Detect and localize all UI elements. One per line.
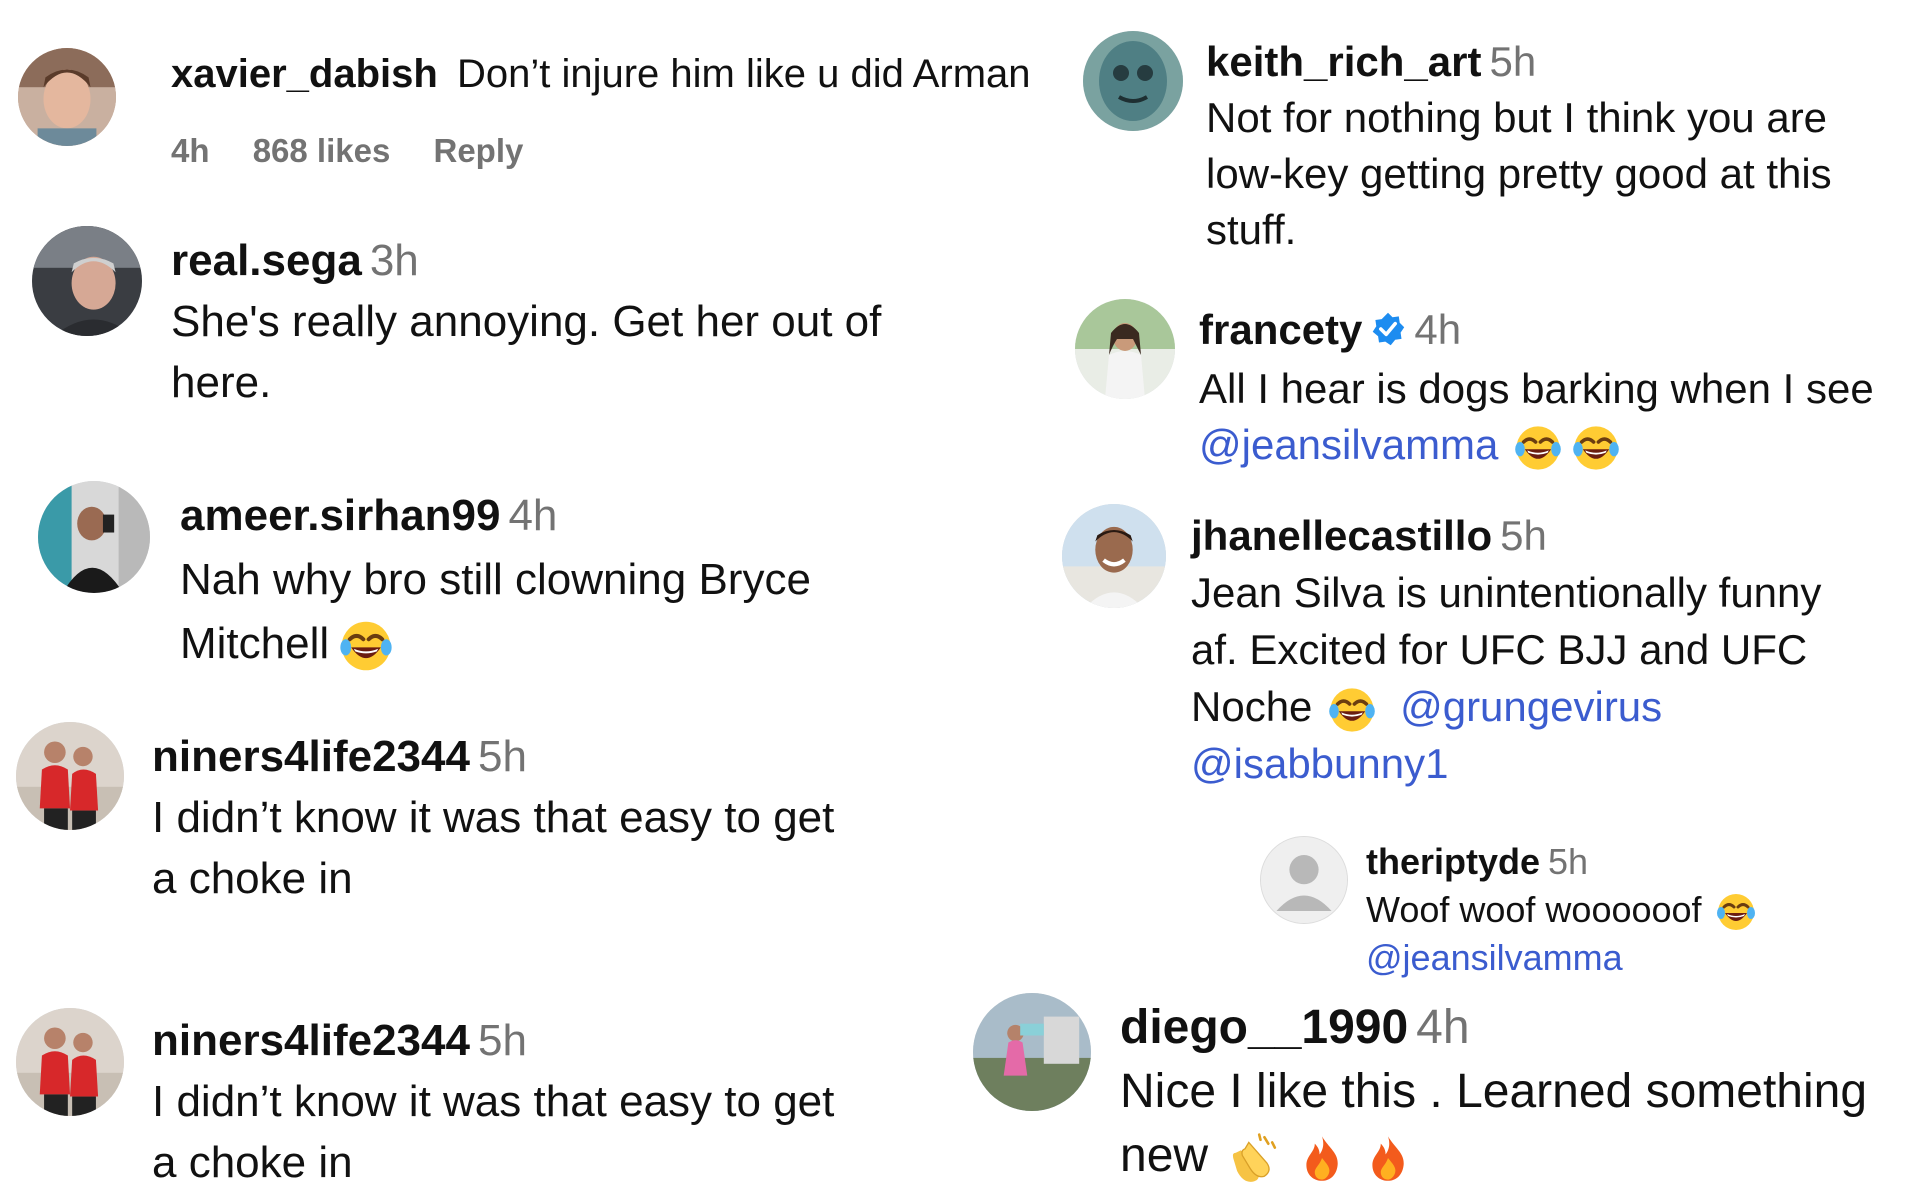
comment-text-line: stuff.	[1206, 206, 1297, 253]
comment-text-line: Mitchell	[180, 619, 330, 668]
comment-text-line: Jean Silva is unintentionally funny	[1191, 569, 1822, 616]
comment-text-line: I didn’t know it was that easy to get	[152, 793, 835, 842]
comment-text-line: a choke in	[152, 854, 353, 903]
comment-text-line: All I hear is dogs barking when I see	[1199, 364, 1874, 412]
laughing-tears-emoji	[339, 619, 393, 673]
username[interactable]: ameer.sirhan99	[180, 491, 500, 540]
like-count[interactable]: 868 likes	[253, 132, 391, 169]
fire-emoji	[1364, 1133, 1412, 1183]
username[interactable]: niners4life2344	[152, 732, 470, 781]
comment-text-line: Noche	[1191, 683, 1313, 730]
laughing-tears-emoji	[1328, 686, 1376, 734]
avatar[interactable]	[973, 993, 1091, 1111]
avatar[interactable]	[32, 226, 142, 336]
avatar[interactable]	[1062, 504, 1166, 608]
comment-time: 5h	[1489, 38, 1537, 85]
comment-time: 5h	[477, 1016, 527, 1065]
comment-text-line: I didn’t know it was that easy to get	[152, 1077, 835, 1126]
comment-time: 4h	[1416, 1001, 1470, 1054]
comment-time: 4h	[171, 132, 210, 169]
comment-text-line: new	[1120, 1129, 1209, 1182]
reply-button[interactable]: Reply	[433, 132, 523, 169]
laughing-tears-emoji	[1572, 424, 1620, 472]
username[interactable]: diego__1990	[1120, 1001, 1408, 1054]
username[interactable]: real.sega	[171, 236, 362, 285]
comment-time: 4h	[1414, 306, 1462, 353]
avatar[interactable]	[18, 48, 116, 146]
comment-text-line: Nah why bro still clowning Bryce	[180, 555, 811, 604]
username[interactable]: keith_rich_art	[1206, 38, 1481, 85]
mention-link[interactable]: @grungevirus	[1400, 683, 1662, 730]
clapping-hands-emoji	[1228, 1132, 1280, 1184]
avatar[interactable]	[1083, 31, 1183, 131]
comment-text-line: here.	[171, 358, 272, 407]
comment-text: Don’t injure him like u did Arman	[456, 52, 1031, 96]
mention-link[interactable]: @jeansilvamma	[1199, 421, 1498, 468]
mention-link[interactable]: @isabbunny1	[1191, 740, 1448, 787]
fire-emoji	[1298, 1133, 1346, 1183]
avatar[interactable]	[38, 481, 150, 593]
username[interactable]: xavier_dabish	[171, 52, 438, 96]
mention-link[interactable]: @jeansilvamma	[1366, 937, 1623, 978]
username[interactable]: niners4life2344	[152, 1016, 470, 1065]
username[interactable]: francety	[1199, 306, 1362, 353]
comment-text-line: af. Excited for UFC BJJ and UFC	[1191, 626, 1808, 673]
avatar[interactable]	[1260, 836, 1348, 924]
comment-time: 4h	[508, 491, 558, 540]
laughing-tears-emoji	[1716, 892, 1756, 932]
comment-time: 5h	[1500, 512, 1547, 559]
comment-time: 5h	[1548, 841, 1589, 882]
comment-text-line: low-key getting pretty good at this	[1206, 150, 1832, 197]
comment-time: 5h	[477, 732, 527, 781]
comment-text-line: Woof woof woooooof	[1366, 889, 1702, 930]
comment-text-line: a choke in	[152, 1138, 353, 1187]
comment-text-line: Not for nothing but I think you are	[1206, 94, 1828, 141]
username[interactable]: jhanellecastillo	[1191, 512, 1492, 559]
avatar[interactable]	[16, 722, 124, 830]
avatar[interactable]	[16, 1008, 124, 1116]
comment-text-line: She's really annoying. Get her out of	[171, 297, 882, 346]
laughing-tears-emoji	[1514, 424, 1562, 472]
username[interactable]: theriptyde	[1366, 841, 1540, 882]
verified-badge-icon	[1370, 305, 1406, 361]
comment-text-line: Nice I like this . Learned something	[1120, 1065, 1868, 1118]
avatar[interactable]	[1075, 299, 1175, 399]
comment-time: 3h	[369, 236, 419, 285]
